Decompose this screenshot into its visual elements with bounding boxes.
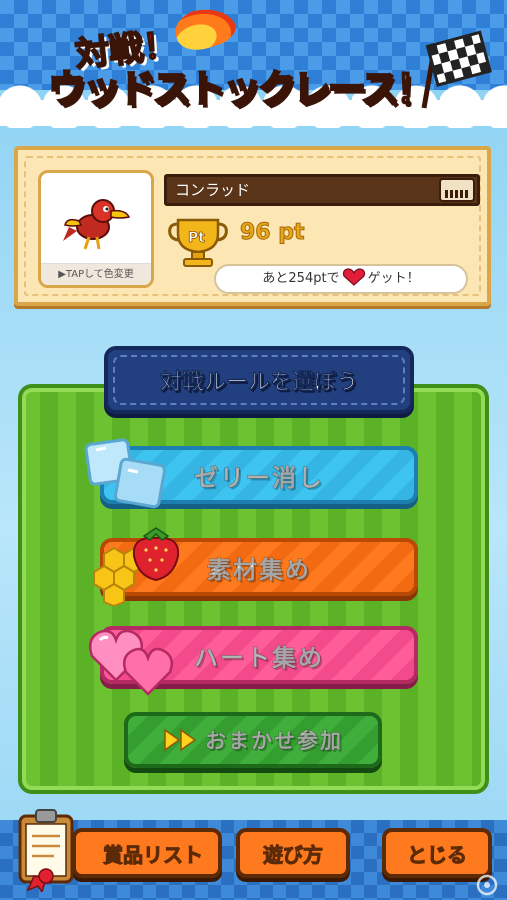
auto-join-button[interactable]: おまかせ参加 — [124, 712, 382, 768]
player-name: コンラッド — [175, 181, 251, 199]
player-name-bar: コンラッド — [164, 174, 480, 206]
profile-panel: ▶TAPして色変更 コンラッド Pt 96 pt あと254ptで ゲット！ — [14, 146, 491, 306]
flame-icon — [170, 0, 240, 57]
heart-collect-label: ハート集め — [194, 643, 324, 672]
avatar-color-change-button[interactable]: ▶TAPして色変更 — [38, 170, 154, 288]
checkered-flag-icon — [421, 30, 492, 109]
title-main: ウッドストックレース！ — [47, 66, 436, 113]
svg-text:Pt: Pt — [188, 230, 205, 246]
how-to-play-label: 遊び方 — [263, 842, 324, 867]
close-label: とじる — [407, 842, 468, 867]
keyboard-edit-icon[interactable] — [439, 178, 475, 202]
ice-cube-icon — [84, 438, 167, 509]
close-button[interactable]: とじる — [382, 828, 492, 878]
hint-suffix: ゲット！ — [367, 271, 420, 286]
points-value: 96 pt — [240, 220, 306, 246]
points-hint: あと254ptで ゲット！ — [214, 264, 468, 294]
fast-forward-icon — [164, 728, 197, 752]
how-to-play-button[interactable]: 遊び方 — [236, 828, 350, 878]
material-collect-label: 素材集め — [207, 555, 311, 584]
clipboard-icon — [18, 809, 74, 892]
hearts-icon — [89, 629, 173, 696]
watermark-icon — [476, 874, 498, 896]
avatar-label: ▶TAPして色変更 — [41, 263, 151, 285]
rule-banner-text: 対戦ルールを選ぼう — [159, 370, 359, 396]
heart-icon — [342, 268, 365, 286]
rule-banner: 対戦ルールを選ぼう — [104, 346, 414, 414]
strawberry-icon — [132, 527, 180, 582]
woodstock-bird-icon — [63, 199, 131, 250]
trophy-pt-icon: Pt — [168, 218, 228, 267]
prize-list-label: 賞品リスト — [103, 842, 204, 867]
jelly-clear-label: ゼリー消し — [194, 463, 324, 492]
hint-prefix: あと254ptで — [262, 271, 340, 286]
prize-list-button[interactable]: 賞品リスト — [72, 828, 222, 878]
title-logo: 対戦！ ウッドストックレース！ — [0, 0, 507, 120]
auto-join-label: おまかせ参加 — [205, 729, 343, 754]
